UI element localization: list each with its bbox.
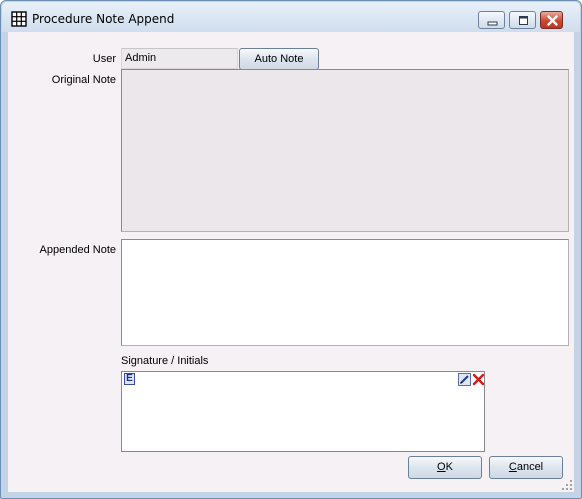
dialog-body: User Admin Auto Note Original Note Appen… — [8, 32, 574, 492]
signature-pad[interactable]: E — [121, 371, 485, 452]
auto-note-button[interactable]: Auto Note — [239, 48, 319, 70]
auto-note-label: Auto Note — [254, 53, 304, 65]
minimize-button[interactable] — [478, 11, 505, 29]
appended-note-label: Appended Note — [39, 244, 116, 256]
user-field[interactable]: Admin — [121, 48, 238, 69]
minimize-icon — [487, 21, 498, 26]
cancel-mnemonic: C — [508, 461, 517, 473]
clear-x-icon[interactable] — [472, 373, 485, 386]
dialog-window: Procedure Note Append User Admin Auto No… — [0, 0, 582, 499]
original-note-label: Original Note — [51, 74, 116, 86]
ok-mnemonic: O — [437, 461, 446, 473]
original-note-field[interactable] — [121, 69, 569, 232]
cancel-button[interactable]: Cancel — [489, 456, 563, 479]
close-button[interactable] — [540, 11, 563, 29]
user-value: Admin — [125, 52, 157, 64]
close-icon — [547, 15, 558, 26]
appended-note-field[interactable] — [121, 239, 569, 346]
ok-button[interactable]: OK — [408, 456, 482, 479]
cancel-label-rest: ancel — [516, 461, 544, 473]
signature-mode-badge[interactable]: E — [124, 373, 135, 385]
maximize-button[interactable] — [509, 11, 536, 29]
grid-icon — [11, 11, 27, 27]
edit-pen-icon[interactable] — [458, 373, 471, 386]
window-title: Procedure Note Append — [32, 12, 175, 26]
resize-grip-icon[interactable] — [562, 480, 572, 490]
ok-label-rest: K — [445, 461, 453, 473]
maximize-icon — [519, 16, 528, 25]
user-label: User — [92, 53, 116, 65]
signature-label: Signature / Initials — [121, 355, 209, 367]
